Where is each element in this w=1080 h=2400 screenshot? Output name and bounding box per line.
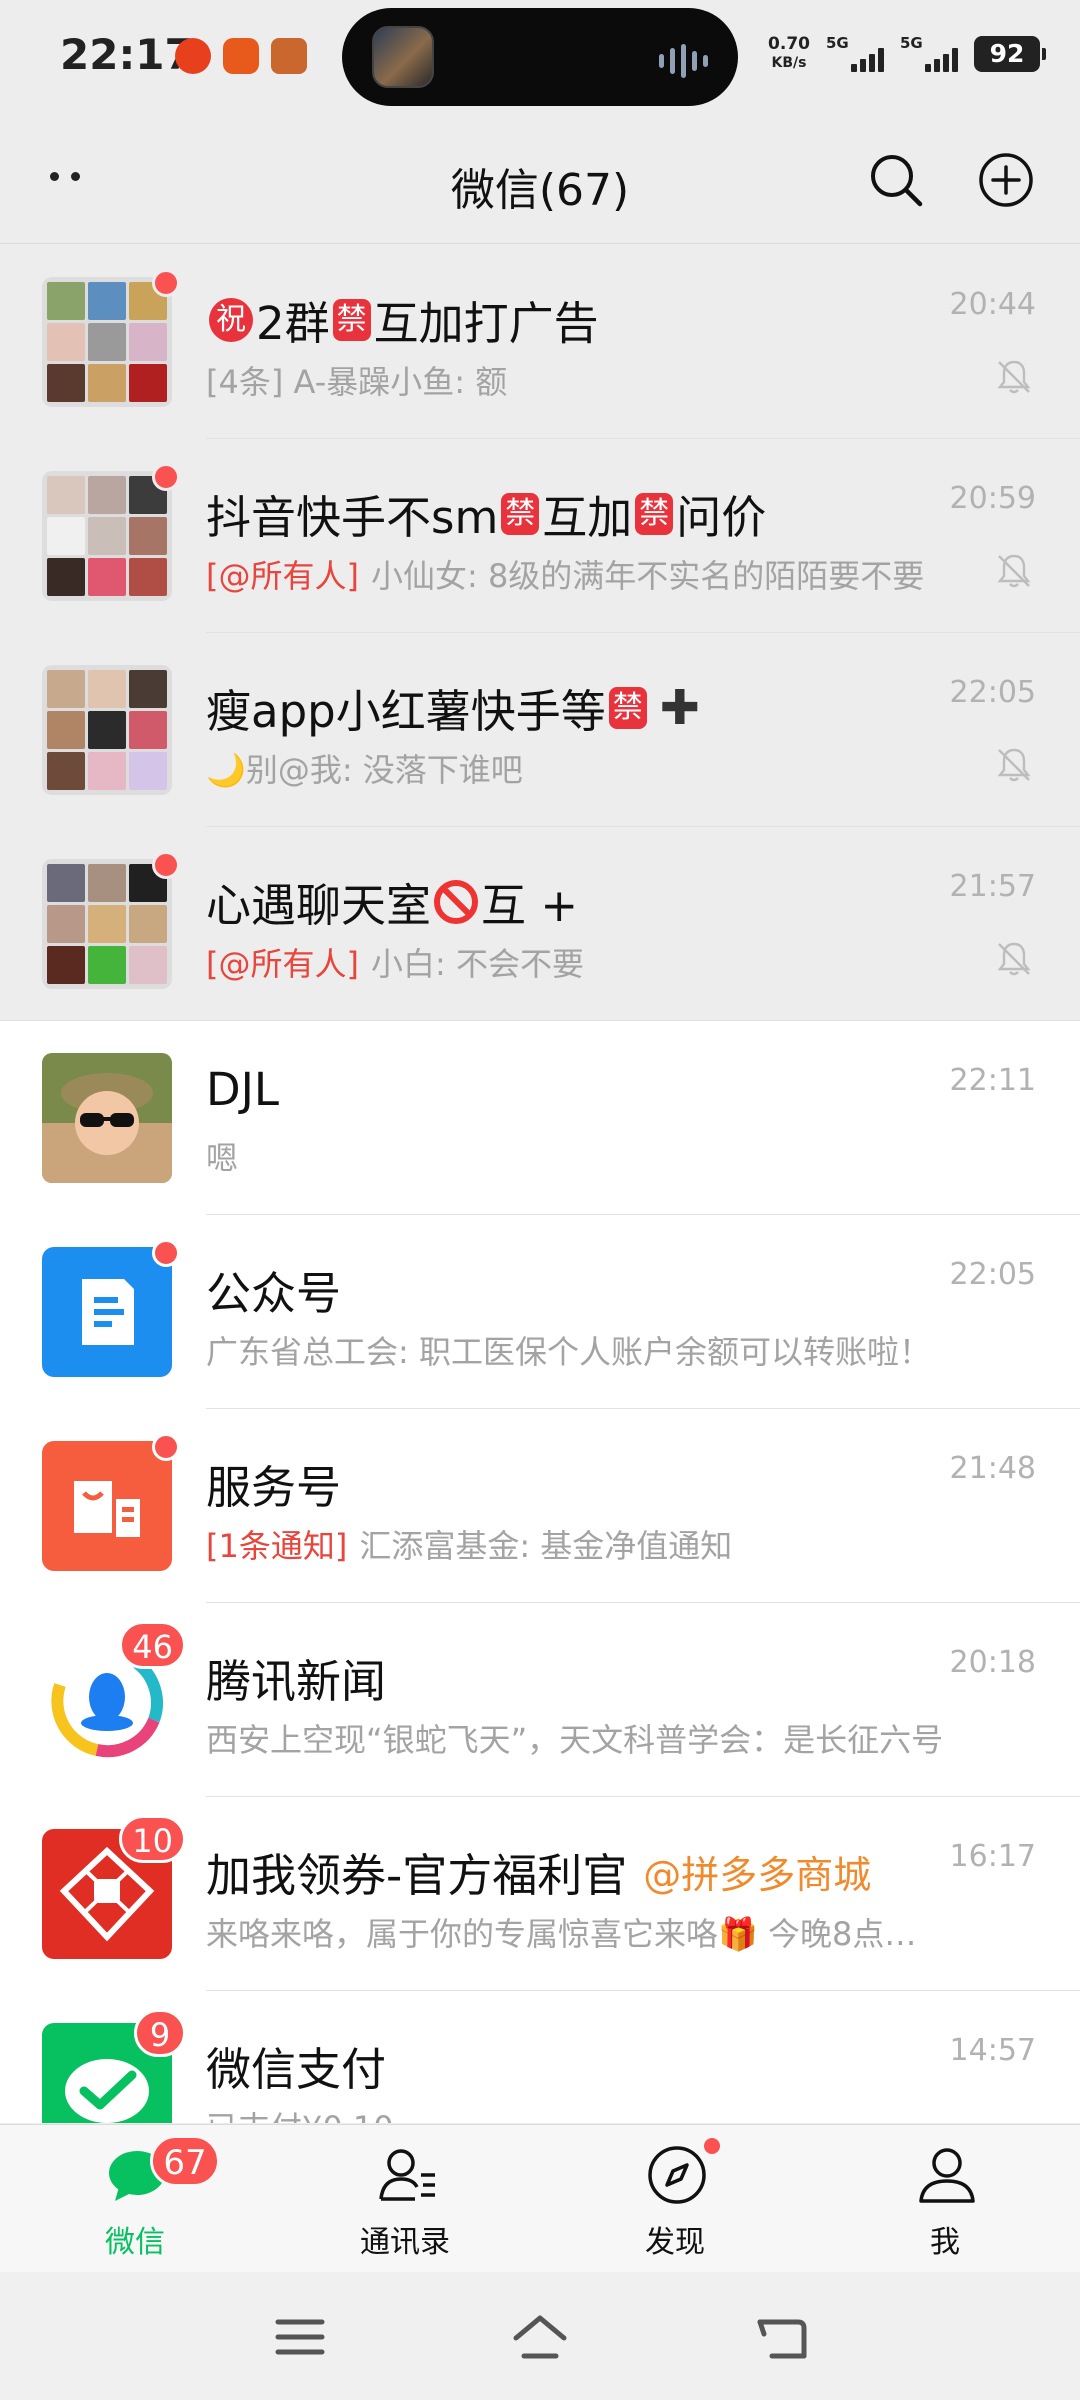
person-icon <box>919 2148 975 2203</box>
app-notification-icon <box>175 38 211 74</box>
system-nav-bar <box>0 2272 1080 2400</box>
notification-icons <box>175 38 307 74</box>
clock: 22:17 <box>60 30 194 79</box>
service-accounts-icon <box>42 1433 180 1571</box>
chat-list[interactable]: 祝 2群 禁 互加打广告 20:44 [4条] A-暴躁小鱼: 额 抖音快手不s… <box>0 245 1080 2123</box>
chat-name: 瘦app小红薯快手等 禁 ✚ <box>206 679 700 739</box>
app-notification-icon <box>223 38 259 74</box>
chat-time: 20:44 <box>949 287 1036 322</box>
chat-time: 22:05 <box>949 675 1036 710</box>
chat-item[interactable]: 10 加我领券-官方福利官 @拼多多商城 16:17 来咯来咯，属于你的专属惊喜… <box>0 1797 1080 1991</box>
chat-preview: 广东省总工会: 职工医保个人账户余额可以转账啦！ <box>206 1333 931 1371</box>
chat-name: 心遇聊天室 互 + <box>206 879 579 932</box>
group-avatar <box>42 269 180 407</box>
tab-label: 我 <box>930 2225 960 2260</box>
group-avatar <box>42 665 172 795</box>
chat-name: 微信支付 <box>206 2043 387 2096</box>
mute-bell-icon <box>997 554 1031 588</box>
chat-item[interactable]: 祝 2群 禁 互加打广告 20:44 [4条] A-暴躁小鱼: 额 <box>0 245 1080 439</box>
tab-me[interactable]: 我 <box>810 2125 1080 2273</box>
chat-name: 加我领券-官方福利官 @拼多多商城 <box>206 1849 872 1902</box>
mute-bell-icon <box>997 942 1031 976</box>
unread-badge: 67 <box>150 2135 220 2187</box>
chat-time: 21:48 <box>949 1451 1036 1486</box>
prohibited-icon <box>434 879 479 924</box>
tab-label: 通讯录 <box>360 2225 450 2260</box>
tab-chats[interactable]: 67 微信 <box>0 2125 270 2273</box>
battery-icon: 92 <box>974 36 1046 72</box>
chat-preview: 来咯来咯，属于你的专属惊喜它来咯🎁 今晚8点开抢 <box>206 1915 946 1953</box>
status-bar: 22:17 0.70 KB/s 5G 5G 92 <box>0 0 1080 118</box>
new-dot <box>701 2135 723 2157</box>
back-icon[interactable] <box>752 2310 812 2364</box>
chat-time: 20:59 <box>949 481 1036 516</box>
compass-icon <box>648 2146 706 2204</box>
chat-preview: 嗯 <box>206 1139 239 1177</box>
chat-time: 22:11 <box>949 1063 1036 1098</box>
unread-dot <box>152 1239 180 1267</box>
tab-contacts[interactable]: 通讯录 <box>270 2125 540 2273</box>
chat-name: DJL <box>206 1063 279 1116</box>
home-icon[interactable] <box>510 2310 570 2364</box>
mute-bell-icon <box>997 748 1031 782</box>
chat-name: 祝 2群 禁 互加打广告 <box>206 287 599 352</box>
chat-time: 20:18 <box>949 1645 1036 1680</box>
chat-item[interactable]: 46 腾讯新闻 20:18 西安上空现“银蛇飞天”，天文科普学会：是长征六号 <box>0 1603 1080 1797</box>
mute-bell-icon <box>997 360 1031 394</box>
chat-item[interactable]: 公众号 22:05 广东省总工会: 职工医保个人账户余额可以转账啦！ <box>0 1215 1080 1409</box>
chat-name: 抖音快手不sm 禁 互加 禁 问价 <box>206 491 767 544</box>
unread-badge: 46 <box>119 1621 186 1669</box>
chat-name: 腾讯新闻 <box>206 1655 387 1708</box>
app-notification-icon <box>271 38 307 74</box>
chat-item[interactable]: 心遇聊天室 互 + 21:57 [@所有人] 小白: 不会不要 <box>0 827 1080 1021</box>
signal-icon: 5G <box>826 34 884 74</box>
unread-badge: 10 <box>119 1815 186 1863</box>
chat-preview: 🌙别@我: 没落下谁吧 <box>206 751 523 789</box>
official-accounts-icon <box>42 1239 180 1377</box>
chat-time: 16:17 <box>949 1839 1036 1874</box>
unread-badge: 9 <box>134 2009 186 2057</box>
tab-label: 发现 <box>645 2225 705 2260</box>
top-bar: 微信(67) <box>0 118 1080 244</box>
bottom-tab-bar: 67 微信 通讯录 发现 我 <box>0 2124 1080 2272</box>
contacts-icon <box>379 2149 435 2201</box>
chat-preview: 已支付¥0.10 <box>206 2103 946 2123</box>
pinduoduo-icon: 10 <box>42 1815 186 1959</box>
group-avatar <box>42 851 180 989</box>
tab-discover[interactable]: 发现 <box>540 2125 810 2273</box>
chat-time: 14:57 <box>949 2033 1036 2068</box>
chat-preview: [@所有人] 小白: 不会不要 <box>206 945 584 983</box>
chat-name: 公众号 <box>206 1267 342 1320</box>
chat-item[interactable]: DJL 22:11 嗯 <box>0 1021 1080 1215</box>
unread-dot <box>152 851 180 879</box>
unread-dot <box>152 463 180 491</box>
chat-item[interactable]: 抖音快手不sm 禁 互加 禁 问价 20:59 [@所有人] 小仙女: 8级的满年… <box>0 439 1080 633</box>
media-thumbnail <box>372 26 434 88</box>
network-speed: 0.70 KB/s <box>768 34 810 72</box>
chat-preview: [4条] A-暴躁小鱼: 额 <box>206 363 508 401</box>
signal-icon: 5G <box>900 34 958 74</box>
avatar <box>42 1053 172 1183</box>
dynamic-island[interactable] <box>342 8 738 106</box>
unread-dot <box>152 1433 180 1461</box>
chat-preview: [1条通知] 汇添富基金: 基金净值通知 <box>206 1527 733 1565</box>
chat-item[interactable]: 9 微信支付 14:57 已支付¥0.10 <box>0 1991 1080 2123</box>
unread-dot <box>152 269 180 297</box>
chat-item[interactable]: 服务号 21:48 [1条通知] 汇添富基金: 基金净值通知 <box>0 1409 1080 1603</box>
search-icon[interactable] <box>866 150 926 210</box>
audio-wave-icon <box>659 44 708 78</box>
tencent-news-icon: 46 <box>42 1621 186 1765</box>
tab-label: 微信 <box>105 2225 165 2260</box>
chat-name: 服务号 <box>206 1461 342 1514</box>
chat-preview: [@所有人] 小仙女: 8级的满年不实名的陌陌要不要 <box>206 557 925 595</box>
group-avatar <box>42 463 180 601</box>
chat-time: 21:57 <box>949 869 1036 904</box>
chat-item[interactable]: 瘦app小红薯快手等 禁 ✚ 22:05 🌙别@我: 没落下谁吧 <box>0 633 1080 827</box>
chat-preview: 西安上空现“银蛇飞天”，天文科普学会：是长征六号 <box>206 1721 944 1759</box>
plus-circle-icon[interactable] <box>976 150 1036 210</box>
wechat-pay-icon: 9 <box>42 2009 186 2123</box>
menu-icon[interactable] <box>270 2310 330 2364</box>
chat-time: 22:05 <box>949 1257 1036 1292</box>
